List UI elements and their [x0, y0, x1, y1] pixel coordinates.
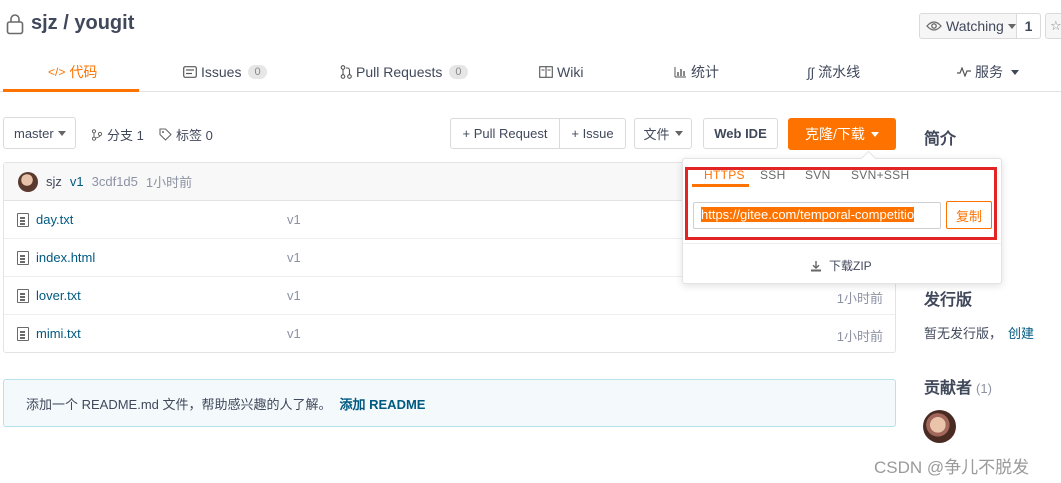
active-tab-indicator [3, 89, 139, 92]
highlight-annotation-box [685, 167, 997, 240]
divider [683, 243, 1001, 244]
branches-link[interactable]: 分支 1 [91, 125, 144, 144]
clone-label: 克隆/下载 [805, 126, 865, 142]
branch-name: master [14, 125, 54, 141]
tab-label: Issues [201, 64, 242, 80]
file-name[interactable]: index.html [36, 250, 95, 265]
contributors-title: 贡献者 [924, 380, 973, 397]
code-icon: </> [48, 65, 66, 79]
new-pull-request-button[interactable]: + Pull Request [450, 118, 560, 149]
tab-service[interactable]: 服务 [957, 52, 1019, 92]
download-zip-label: 下载ZIP [829, 259, 872, 273]
tag-icon [159, 128, 172, 141]
contributors-heading[interactable]: 贡献者 (1) [924, 374, 992, 398]
file-label: 文件 [643, 127, 670, 142]
tab-label: 代码 [69, 64, 98, 80]
file-name[interactable]: lover.txt [36, 288, 81, 303]
file-icon [17, 213, 29, 227]
pull-request-icon [340, 65, 352, 79]
readme-notice-text: 添加一个 README.md 文件，帮助感兴趣的人了解。 [26, 396, 332, 412]
stats-icon [674, 67, 686, 78]
file-icon [17, 251, 29, 265]
chevron-down-icon [870, 131, 879, 137]
watch-button[interactable]: Watching [919, 13, 1017, 39]
create-release-link[interactable]: 创建 [1008, 326, 1034, 341]
star-icon: ☆ [1050, 18, 1061, 33]
tab-label: Pull Requests [356, 64, 443, 80]
releases-heading[interactable]: 发行版 [924, 286, 972, 310]
tab-pipeline[interactable]: ∫∫ 流水线 [807, 52, 860, 92]
new-issue-button[interactable]: + Issue [560, 118, 626, 149]
commit-time: 1小时前 [145, 175, 193, 190]
service-icon [957, 67, 971, 77]
table-row: mimi.txt v1 1小时前 [4, 315, 895, 353]
eye-icon [926, 21, 942, 31]
file-icon [17, 289, 29, 303]
tab-issues[interactable]: Issues 0 [183, 52, 267, 92]
repo-separator: / [63, 12, 69, 34]
readme-notice: 添加一个 README.md 文件，帮助感兴趣的人了解。 添加 README [3, 379, 896, 427]
tags-link[interactable]: 标签 0 [159, 125, 213, 144]
file-time: 1小时前 [836, 291, 883, 306]
download-icon [811, 260, 821, 271]
tags-label: 标签 0 [176, 128, 213, 143]
star-button[interactable]: ☆ [1045, 13, 1061, 39]
lock-icon [6, 14, 24, 35]
chevron-down-icon [674, 131, 683, 136]
branches-label: 分支 1 [107, 128, 144, 143]
file-commit-message[interactable]: v1 [287, 212, 301, 227]
tab-label: Wiki [557, 64, 584, 80]
repo-owner[interactable]: sjz [31, 12, 58, 34]
file-time: 1小时前 [836, 329, 883, 344]
chevron-down-icon [1007, 23, 1016, 29]
issues-count-badge: 0 [248, 65, 267, 79]
chevron-down-icon [57, 130, 66, 136]
watch-count[interactable]: 1 [1017, 13, 1041, 39]
add-readme-link[interactable]: 添加 README [340, 394, 426, 413]
contributor-avatar[interactable] [923, 410, 956, 443]
wiki-icon [539, 66, 553, 78]
clone-download-button[interactable]: 克隆/下载 [788, 118, 896, 150]
avatar[interactable] [18, 171, 38, 192]
file-commit-message[interactable]: v1 [287, 326, 301, 341]
file-name[interactable]: day.txt [36, 212, 73, 227]
tab-pull-requests[interactable]: Pull Requests 0 [340, 52, 468, 92]
commit-author[interactable]: sjz [46, 174, 62, 189]
watermark: CSDN @争儿不脱发 [874, 458, 1030, 477]
file-commit-message[interactable]: v1 [287, 288, 301, 303]
contributors-count: (1) [976, 381, 992, 396]
watch-label: Watching [946, 18, 1004, 34]
file-commit-message[interactable]: v1 [287, 250, 301, 265]
tab-label: 统计 [691, 64, 719, 80]
repo-title[interactable]: sjz / yougit [31, 12, 134, 35]
commit-hash[interactable]: 3cdf1d5 [92, 174, 138, 189]
tab-code[interactable]: </> 代码 [48, 52, 97, 92]
tab-label: 服务 [975, 64, 1003, 80]
releases-empty-text: 暂无发行版， [924, 326, 1003, 341]
repo-header: sjz / yougit Watching 1 ☆ [0, 0, 1061, 52]
chevron-down-icon [1011, 69, 1019, 75]
repo-tabs: </> 代码 Issues 0 Pull Requests 0 Wiki 统计 … [0, 52, 1061, 92]
pipeline-icon: ∫∫ [807, 64, 815, 80]
web-ide-button[interactable]: Web IDE [703, 118, 778, 149]
tab-wiki[interactable]: Wiki [539, 52, 583, 92]
releases-empty: 暂无发行版， 创建 [924, 323, 1034, 342]
branch-icon [91, 128, 103, 141]
branch-select[interactable]: master [3, 117, 76, 149]
download-zip-link[interactable]: 下载ZIP [810, 257, 872, 274]
pr-count-badge: 0 [449, 65, 468, 79]
tab-label: 流水线 [818, 64, 861, 80]
issues-icon [183, 66, 197, 78]
intro-heading: 简介 [924, 131, 957, 148]
file-name[interactable]: mimi.txt [36, 326, 81, 341]
repo-name[interactable]: yougit [74, 12, 134, 34]
commit-message[interactable]: v1 [70, 174, 84, 189]
file-dropdown-button[interactable]: 文件 [634, 118, 692, 149]
file-icon [17, 327, 29, 341]
tab-stats[interactable]: 统计 [674, 52, 719, 92]
